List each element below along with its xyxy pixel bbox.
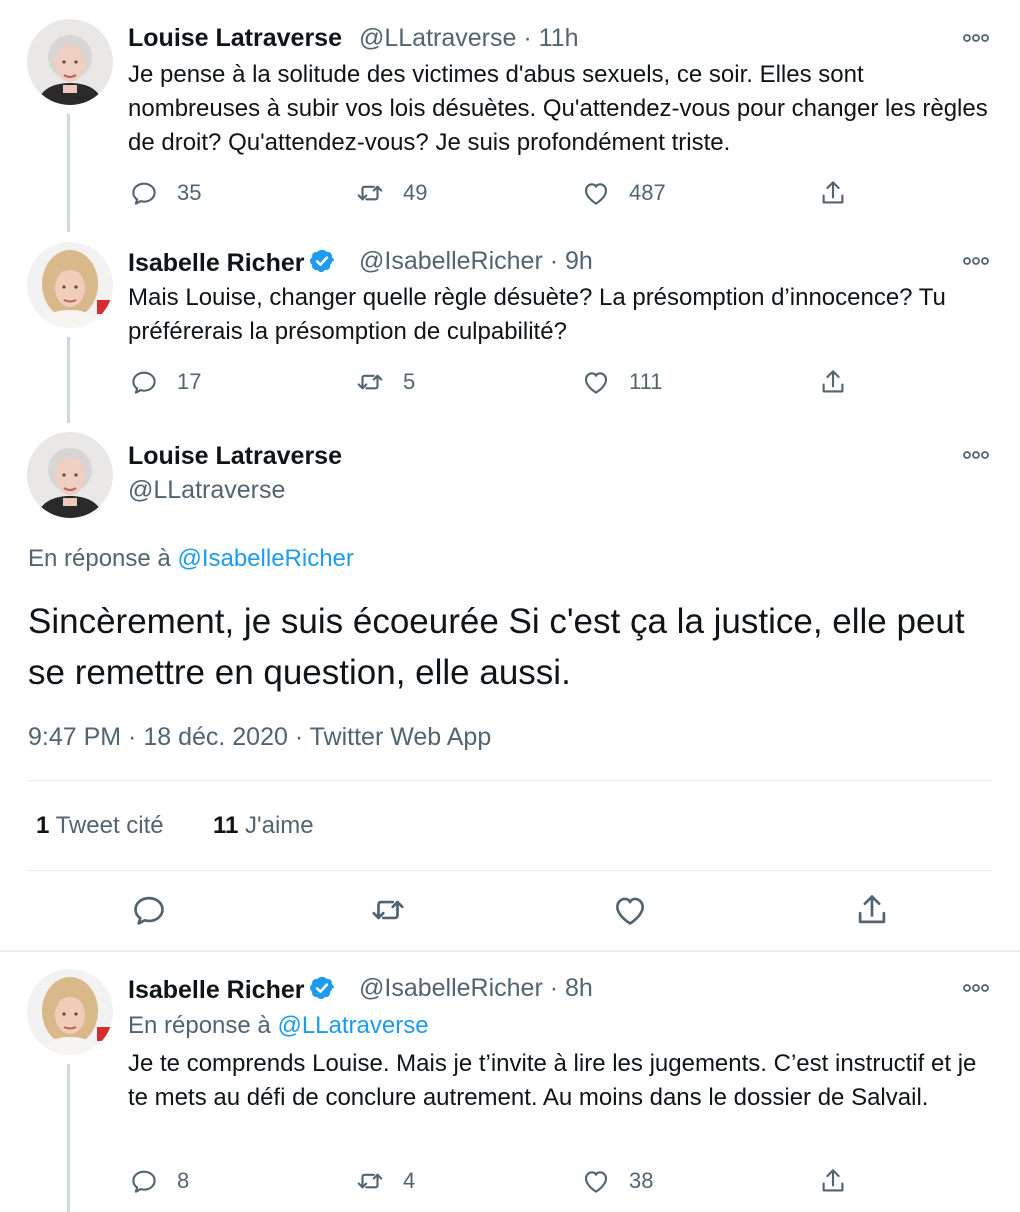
reply-icon	[129, 1166, 159, 1196]
retweet-icon	[355, 1166, 385, 1196]
reply-button[interactable]: 17	[129, 367, 201, 397]
divider	[28, 780, 992, 781]
like-button[interactable]: 111	[581, 367, 662, 397]
tweet-text: Mais Louise, changer quelle règle désuèt…	[128, 284, 946, 345]
reply-icon	[130, 891, 168, 929]
author-handle[interactable]: @LLatraverse	[128, 476, 285, 505]
like-count: 38	[629, 1168, 654, 1193]
reply-prefix: En réponse à	[128, 1012, 271, 1039]
reply-count: 35	[177, 180, 202, 205]
share-button[interactable]	[818, 367, 848, 397]
author-name-text: Isabelle Richer	[128, 249, 305, 277]
author-handle: @IsabelleRicher	[359, 974, 543, 1002]
reply-button[interactable]: 8	[129, 1166, 189, 1196]
like-count: 111	[629, 369, 663, 394]
like-stat-label: J'aime	[245, 812, 314, 839]
tweet-time: 8h	[565, 974, 593, 1002]
reply-count: 17	[177, 369, 202, 394]
reply-prefix: En réponse à	[28, 545, 171, 572]
tweet-time: 11h	[538, 24, 579, 52]
like-stat-count: 11	[213, 812, 239, 839]
share-icon	[818, 178, 848, 208]
like-icon	[581, 367, 611, 397]
quote-label: Tweet cité	[55, 812, 164, 839]
like-stats[interactable]: 11 J'aime	[213, 812, 314, 840]
thread-line	[67, 1064, 70, 1212]
more-icon[interactable]	[962, 256, 990, 266]
like-count: 487	[629, 180, 666, 205]
share-button[interactable]	[853, 891, 891, 929]
author-name[interactable]: Louise Latraverse	[128, 442, 342, 471]
retweet-count: 5	[403, 369, 416, 394]
retweet-button[interactable]: 49	[355, 178, 427, 208]
avatar[interactable]	[27, 19, 113, 105]
retweet-button[interactable]: 4	[355, 1166, 415, 1196]
author-name[interactable]: Louise Latraverse	[128, 24, 342, 53]
reply-to-link[interactable]: @LLatraverse	[277, 1012, 428, 1039]
reply-count: 8	[177, 1168, 190, 1193]
like-button[interactable]: 38	[581, 1166, 653, 1196]
reply-button[interactable]: 35	[129, 178, 201, 208]
share-button[interactable]	[818, 178, 848, 208]
more-icon[interactable]	[962, 33, 990, 43]
thread-line	[67, 114, 70, 232]
retweet-icon	[355, 178, 385, 208]
retweet-icon	[355, 367, 385, 397]
avatar[interactable]	[27, 242, 113, 328]
meta-separator: ·	[523, 24, 532, 52]
divider	[28, 870, 992, 871]
author-meta[interactable]: @LLatraverse · 11h	[359, 24, 579, 53]
quote-stats[interactable]: 1 Tweet cité	[36, 812, 164, 840]
more-icon[interactable]	[962, 983, 990, 993]
author-name[interactable]: Isabelle Richer	[128, 974, 336, 1005]
author-meta[interactable]: @IsabelleRicher · 9h	[359, 247, 593, 276]
share-icon	[818, 1166, 848, 1196]
share-icon	[853, 891, 891, 929]
divider	[0, 950, 1020, 952]
tweet-timestamp[interactable]: 9:47 PM · 18 déc. 2020 · Twitter Web App	[28, 723, 491, 752]
like-button[interactable]	[611, 891, 649, 929]
tweet-time: 9h	[565, 247, 593, 275]
reply-button[interactable]	[130, 891, 168, 929]
retweet-count: 4	[403, 1168, 416, 1193]
avatar[interactable]	[27, 432, 113, 518]
verified-badge-icon	[308, 247, 336, 275]
retweet-button[interactable]: 5	[355, 367, 415, 397]
share-icon	[818, 367, 848, 397]
verified-badge-icon	[308, 974, 336, 1002]
retweet-icon	[369, 891, 407, 929]
reply-context: En réponse à @IsabelleRicher	[28, 545, 354, 573]
reply-icon	[129, 178, 159, 208]
meta-separator: ·	[549, 247, 559, 275]
author-name[interactable]: Isabelle Richer	[128, 247, 336, 278]
retweet-count: 49	[403, 180, 428, 205]
like-icon	[581, 1166, 611, 1196]
main-tweet-text: Sincèrement, je suis écoeurée Si c'est ç…	[28, 602, 965, 692]
author-handle: @LLatraverse	[359, 24, 517, 52]
tweet-text: Je pense à la solitude des victimes d'ab…	[128, 61, 988, 156]
like-button[interactable]: 487	[581, 178, 666, 208]
retweet-button[interactable]	[369, 891, 407, 929]
author-name-text: Isabelle Richer	[128, 976, 305, 1004]
like-icon	[581, 178, 611, 208]
author-meta[interactable]: @IsabelleRicher · 8h	[359, 974, 593, 1003]
thread-line	[67, 337, 70, 423]
author-handle: @IsabelleRicher	[359, 247, 543, 275]
meta-separator: ·	[549, 974, 559, 1002]
reply-to-link[interactable]: @IsabelleRicher	[177, 545, 353, 572]
more-icon[interactable]	[962, 450, 990, 460]
like-icon	[611, 891, 649, 929]
quote-count: 1	[36, 812, 50, 839]
share-button[interactable]	[818, 1166, 848, 1196]
reply-context: En réponse à @LLatraverse	[128, 1012, 429, 1040]
tweet-text: Je te comprends Louise. Mais je t’invite…	[128, 1050, 977, 1111]
avatar[interactable]	[27, 969, 113, 1055]
reply-icon	[129, 367, 159, 397]
